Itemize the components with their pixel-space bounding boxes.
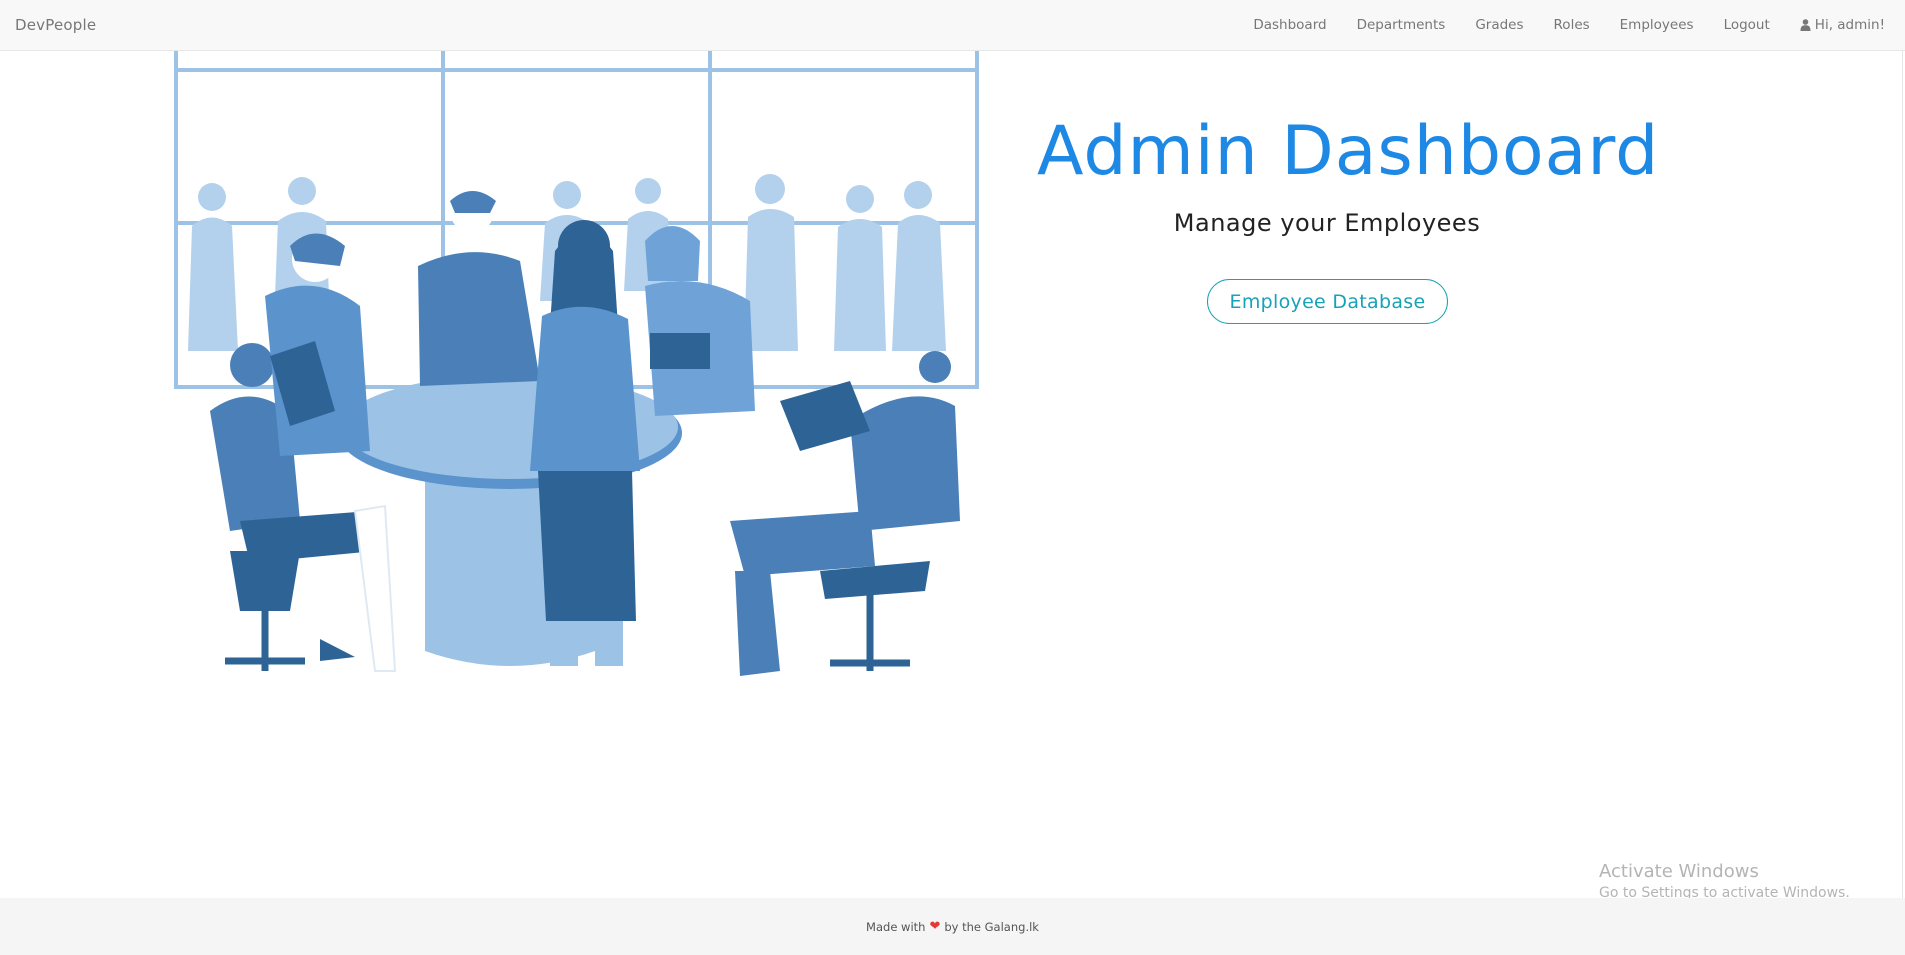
scrollbar-track[interactable]: [1902, 51, 1903, 955]
employee-database-button[interactable]: Employee Database: [1207, 279, 1448, 324]
footer-text-before: Made with: [866, 919, 926, 934]
nav-dashboard[interactable]: Dashboard: [1253, 17, 1326, 33]
page-subtitle: Manage your Employees: [1173, 209, 1481, 237]
nav-grades[interactable]: Grades: [1475, 17, 1523, 33]
nav-employees[interactable]: Employees: [1620, 17, 1694, 33]
nav-logout[interactable]: Logout: [1724, 17, 1770, 33]
seated-man-right: [730, 351, 960, 676]
user-icon: [1800, 19, 1811, 31]
activate-windows-watermark: Activate Windows Go to Settings to activ…: [1599, 861, 1850, 901]
top-navbar: DevPeople Dashboard Departments Grades R…: [0, 0, 1905, 51]
nav-departments[interactable]: Departments: [1357, 17, 1446, 33]
nav-roles[interactable]: Roles: [1554, 17, 1590, 33]
brand-logo[interactable]: DevPeople: [15, 16, 96, 34]
user-greeting: Hi, admin!: [1814, 17, 1885, 33]
nav-links: Dashboard Departments Grades Roles Emplo…: [1223, 0, 1885, 50]
standing-man: [418, 189, 540, 386]
page-title: Admin Dashboard: [1037, 112, 1660, 191]
footer-text-after: by the Galang.lk: [944, 919, 1039, 934]
watermark-title: Activate Windows: [1599, 861, 1759, 882]
heart-icon: ❤: [929, 919, 941, 934]
team-meeting-illustration: [174, 51, 979, 676]
woman-back-right: [645, 226, 755, 416]
page-footer: Made with ❤ by the Galang.lk: [0, 898, 1905, 955]
nav-user-menu[interactable]: Hi, admin!: [1800, 17, 1885, 33]
